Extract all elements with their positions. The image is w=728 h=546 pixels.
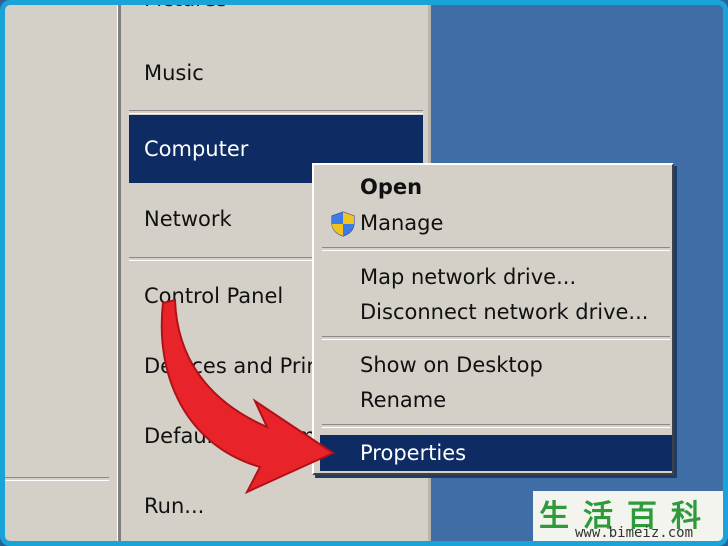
start-item-pictures[interactable]: Pictures (129, 5, 423, 33)
context-item-open[interactable]: Open (320, 169, 672, 205)
context-item-properties[interactable]: Properties (320, 435, 672, 471)
context-item-rename[interactable]: Rename (320, 382, 672, 418)
context-menu: Open Manage Map network drive... Disconn… (312, 163, 674, 475)
context-item-show-on-desktop[interactable]: Show on Desktop (320, 347, 672, 383)
context-menu-separator (322, 424, 670, 428)
context-item-disconnect-network-drive[interactable]: Disconnect network drive... (320, 294, 672, 330)
start-menu-separator (129, 110, 423, 114)
start-item-run[interactable]: Run... (129, 472, 423, 540)
context-item-manage[interactable]: Manage (320, 205, 672, 241)
start-item-music[interactable]: Music (129, 39, 423, 107)
start-menu-left-column (5, 5, 117, 541)
screenshot-frame: Pictures Music Computer Network Control … (0, 0, 728, 546)
context-menu-separator (322, 336, 670, 340)
context-menu-separator (322, 247, 670, 251)
watermark: 生活百科 www.bimeiz.com (533, 491, 723, 541)
context-item-map-network-drive[interactable]: Map network drive... (320, 259, 672, 295)
watermark-url: www.bimeiz.com (575, 525, 694, 541)
uac-shield-icon (331, 211, 355, 237)
left-column-separator (5, 477, 109, 481)
context-item-manage-label: Manage (360, 211, 444, 235)
